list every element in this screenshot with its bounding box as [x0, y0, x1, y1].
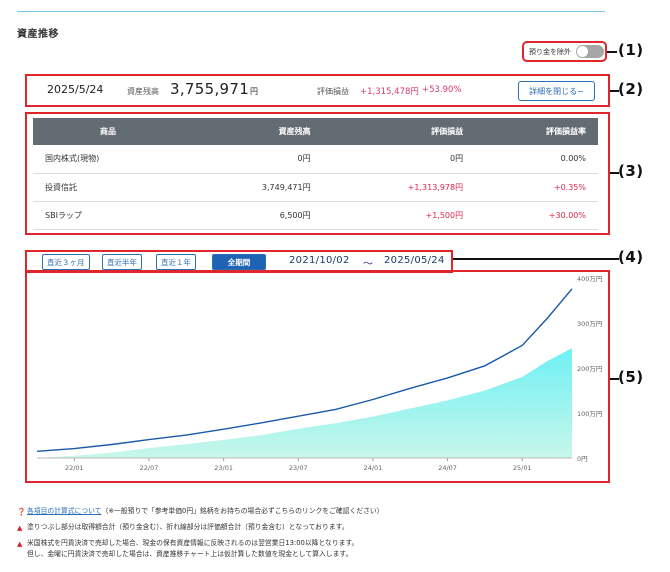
exclude-deposit-toggle-group: 預り金を除外: [522, 41, 607, 62]
note-us-stock: ▲ 米国株式を円貨決済で売却した場合、現金の保有資産情報に反映されるのは翌営業日…: [17, 538, 383, 558]
note-legend: ▲ 塗りつぶし部分は取得額合計（預り金含む）、折れ線部分は評価額合計（預り金含む…: [17, 522, 383, 532]
range-1-year-button[interactable]: 直近１年: [156, 254, 196, 270]
y-tick-label: 400万円: [577, 275, 602, 283]
cell-pl: +1,313,978円: [322, 173, 476, 202]
y-tick-label: 200万円: [577, 365, 602, 373]
x-tick-label: 22/07: [140, 464, 159, 472]
top-divider: [17, 11, 605, 12]
exclude-deposit-toggle[interactable]: [576, 45, 604, 58]
callout-3: (3): [618, 162, 644, 180]
y-tick-label: 300万円: [577, 320, 602, 328]
pl-percent: +53.90%: [422, 85, 462, 95]
x-tick-label: 22/01: [65, 464, 84, 472]
table-row: 投資信託 3,749,471円 +1,313,978円 +0.35%: [33, 173, 598, 202]
range-all-button[interactable]: 全期間: [212, 254, 266, 270]
warning-icon: ▲: [17, 524, 23, 533]
x-tick-label: 23/07: [289, 464, 308, 472]
callout-line-1: [607, 51, 617, 53]
y-tick-label: 100万円: [577, 410, 602, 418]
callout-5: (5): [618, 368, 644, 386]
holdings-table-section: 商品 資産残高 評価損益 評価損益率 国内株式(現物) 0円 0円 0.00% …: [25, 112, 610, 235]
col-pl: 評価損益: [322, 118, 476, 145]
range-3-months-button[interactable]: 直近３ヶ月: [42, 254, 90, 270]
asset-chart-svg: 22/01 22/07 23/01 23/07 24/01 24/07 25/01 0円 100…: [36, 275, 602, 472]
cell-balance: 3,749,471円: [183, 173, 323, 202]
x-tick-label: 24/07: [438, 464, 457, 472]
note-text-2: 但し、金曜に円貨決済で売却した場合は、資産推移チャート上は仮計算した数値を現金と…: [27, 549, 353, 558]
cell-pl-rate: 0.00%: [475, 145, 598, 174]
asset-chart: 22/01 22/07 23/01 23/07 24/01 24/07 25/01 0円 100…: [25, 270, 610, 483]
x-tick-label: 23/01: [214, 464, 233, 472]
balance-value: 3,755,971円: [170, 80, 259, 98]
summary-date: 2025/5/24: [47, 83, 104, 96]
table-header-row: 商品 資産残高 評価損益 評価損益率: [33, 118, 598, 145]
x-tick-label: 25/01: [513, 464, 532, 472]
col-balance: 資産残高: [183, 118, 323, 145]
cell-product: 国内株式(現物): [33, 145, 183, 174]
close-detail-button[interactable]: 詳細を閉じる−: [518, 81, 595, 101]
note-text: 塗りつぶし部分は取得額合計（預り金含む）、折れ線部分は評価額合計（預り金含む）と…: [27, 523, 349, 532]
info-icon: ❓: [17, 508, 26, 516]
toggle-label: 預り金を除外: [529, 47, 571, 56]
note-text: 米国株式を円貨決済で売却した場合、現金の保有資産情報に反映されるのは翌営業日13…: [27, 539, 359, 548]
holdings-table: 商品 資産残高 評価損益 評価損益率 国内株式(現物) 0円 0円 0.00% …: [33, 118, 598, 230]
callout-1: (1): [618, 41, 644, 59]
cell-pl: 0円: [322, 145, 476, 174]
warning-icon: ▲: [17, 540, 23, 549]
callout-4: (4): [618, 248, 644, 266]
table-row: 国内株式(現物) 0円 0円 0.00%: [33, 145, 598, 174]
cell-balance: 0円: [183, 145, 323, 174]
cell-product: 投資信託: [33, 173, 183, 202]
range-6-months-button[interactable]: 直近半年: [102, 254, 142, 270]
note-text: （※一般預りで「参考単価0円」銘柄をお持ちの場合必ずこちらのリンクをご確認くださ…: [101, 507, 384, 515]
range-separator: 〜: [363, 259, 373, 270]
balance-label: 資産残高: [127, 87, 159, 96]
table-row: SBIラップ 6,500円 +1,500円 +30.00%: [33, 201, 598, 230]
range-start-date: 2021/10/02: [289, 255, 350, 266]
pl-value: +1,315,478円: [360, 87, 419, 97]
cost-basis-area: [37, 348, 572, 458]
note-formula: ❓ 各項目の計算式について（※一般預りで「参考単価0円」銘柄をお持ちの場合必ずこ…: [17, 506, 383, 516]
cell-balance: 6,500円: [183, 201, 323, 230]
range-end-date: 2025/05/24: [384, 255, 445, 266]
y-tick-label: 0円: [577, 455, 588, 463]
x-tick-label: 24/01: [364, 464, 383, 472]
cell-pl-rate: +30.00%: [475, 201, 598, 230]
formula-link[interactable]: 各項目の計算式について: [27, 507, 102, 515]
asset-summary: 2025/5/24 資産残高 3,755,971円 評価損益 +1,315,47…: [25, 74, 610, 107]
toggle-knob: [577, 46, 588, 57]
cell-pl: +1,500円: [322, 201, 476, 230]
notes: ❓ 各項目の計算式について（※一般預りで「参考単価0円」銘柄をお持ちの場合必ずこ…: [17, 506, 383, 559]
col-product: 商品: [33, 118, 183, 145]
pl-label: 評価損益: [317, 87, 349, 96]
cell-product: SBIラップ: [33, 201, 183, 230]
page-title: 資産推移: [17, 29, 59, 40]
cell-pl-rate: +0.35%: [475, 173, 598, 202]
callout-2: (2): [618, 80, 644, 98]
col-pl-rate: 評価損益率: [475, 118, 598, 145]
callout-line-4: [453, 258, 619, 260]
